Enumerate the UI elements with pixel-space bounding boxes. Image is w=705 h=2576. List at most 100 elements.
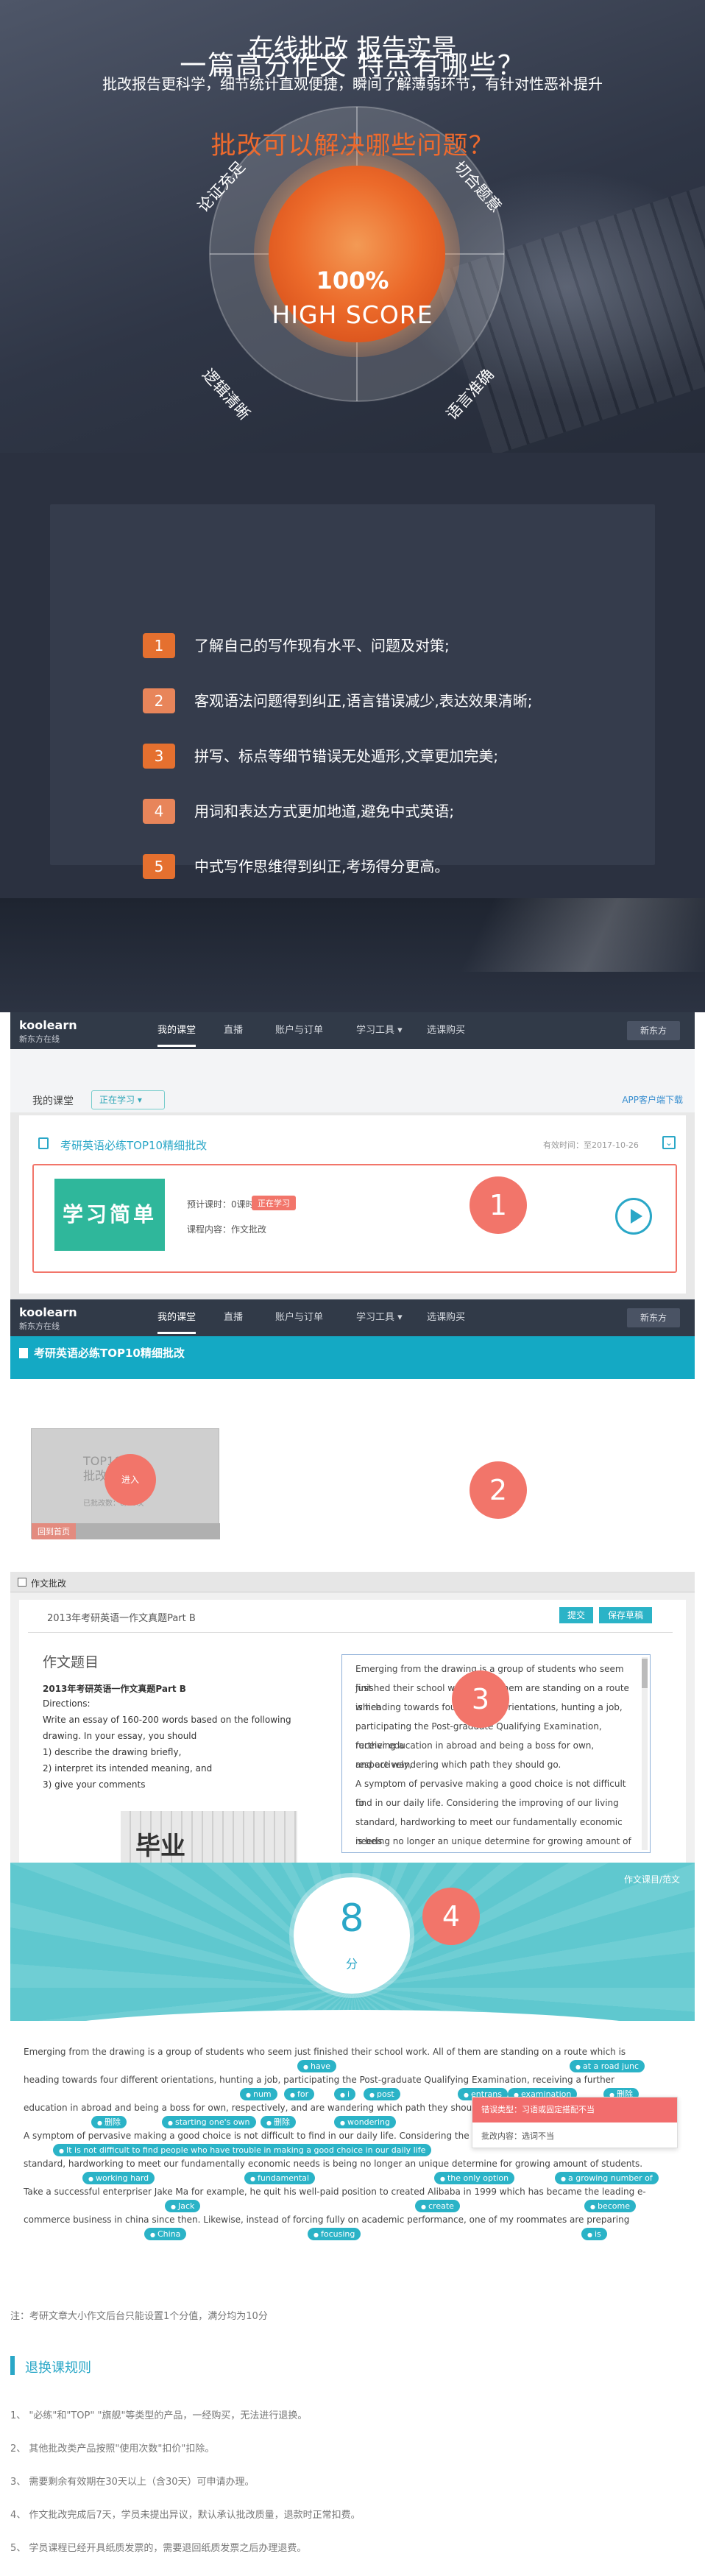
- nav-item-tools[interactable]: 学习工具 ▾: [356, 1299, 403, 1336]
- divider: [28, 1632, 673, 1633]
- correction-pill[interactable]: starting one's own: [162, 2116, 256, 2128]
- correction-pill[interactable]: China: [144, 2228, 187, 2240]
- correction-pill[interactable]: focusing: [308, 2228, 361, 2240]
- step-marker: 3: [452, 1670, 509, 1728]
- correction-pill[interactable]: 删除: [91, 2116, 127, 2128]
- problems-section: [0, 453, 705, 898]
- rule-item: 2、 其他批改类产品按照"使用次数"扣价"扣除。: [10, 2443, 215, 2455]
- nav-item-buy[interactable]: 选课购买: [427, 1299, 465, 1336]
- correction-pill[interactable]: working hard: [82, 2172, 155, 2184]
- nav-item-account[interactable]: 账户与订单: [275, 1299, 323, 1336]
- user-button[interactable]: 新东方: [627, 1308, 680, 1327]
- correction-pill[interactable]: have: [297, 2060, 336, 2072]
- rule-item: 3、 需要剩余有效期在30天以上（含30天）可申请办理。: [10, 2477, 255, 2488]
- course-thumbnail[interactable]: 学习简单: [54, 1179, 165, 1251]
- nav-item-account[interactable]: 账户与订单: [275, 1012, 323, 1049]
- correction-pill[interactable]: become: [584, 2200, 636, 2212]
- prompt-line: Directions:: [43, 1698, 91, 1709]
- report-intro-section: [0, 898, 705, 1012]
- nav-item-buy[interactable]: 选课购买: [427, 1012, 465, 1049]
- correction-pill[interactable]: wondering: [334, 2116, 396, 2128]
- step-marker: 2: [470, 1461, 527, 1519]
- nav-item-my-class[interactable]: 我的课堂: [157, 1299, 196, 1334]
- course-content: 课程内容：作文批改: [187, 1224, 267, 1235]
- prompt-heading: 作文题目: [43, 1654, 99, 1670]
- problem-number: 4: [143, 799, 175, 824]
- correction-pill[interactable]: a growing number of: [555, 2172, 659, 2184]
- course-hours: 预计课时：0课时: [187, 1199, 255, 1210]
- score-value: 8: [339, 1896, 364, 1941]
- score-label: HIGH SCORE: [272, 300, 433, 329]
- app-download-link[interactable]: APP客户端下载: [622, 1093, 683, 1106]
- screenshot-my-class: koolearn 新东方在线 我的课堂 直播 账户与订单 学习工具 ▾ 选课购买…: [10, 1012, 695, 1299]
- rule-item: 5、 学员课程已经开具纸质发票的，需要退回纸质发票之后办理退费。: [10, 2543, 307, 2554]
- problem-text: 中式写作思维得到纠正,考场得分更高。: [194, 858, 450, 875]
- checkbox-icon[interactable]: [18, 1578, 26, 1587]
- enter-button[interactable]: 进入: [104, 1454, 156, 1506]
- score-unit: 分: [345, 1957, 358, 1971]
- score-percent: 100%: [316, 267, 389, 294]
- editor-label: 作文批改: [31, 1578, 67, 1589]
- graded-line: standard, hardworking to meet our fundam…: [24, 2159, 643, 2169]
- scrollbar[interactable]: [642, 1657, 648, 1850]
- problem-number: 1: [143, 633, 175, 658]
- prompt-line: 2013年考研英语一作文真题Part B: [43, 1684, 186, 1694]
- error-tooltip: 错误类型：习语或固定搭配不当 批改内容：选词不当: [472, 2097, 678, 2148]
- course-title: 考研英语必练TOP10精细批改: [34, 1347, 185, 1360]
- back-link[interactable]: 作文课目/范文: [624, 1873, 680, 1885]
- problems-title: 批改可以解决哪些问题？: [210, 131, 495, 160]
- nav-item-live[interactable]: 直播: [224, 1299, 243, 1336]
- learning-dropdown[interactable]: 正在学习 ▾: [91, 1090, 165, 1109]
- problem-item: 1 了解自己的写作现有水平、问题及对策;: [143, 633, 658, 660]
- chevron-down-icon[interactable]: ⌄: [662, 1136, 676, 1149]
- correction-pill[interactable]: i: [334, 2088, 356, 2100]
- valid-until: 有效时间：至2017-10-26: [543, 1140, 639, 1150]
- correction-pill[interactable]: num: [240, 2088, 277, 2100]
- report-subtitle: 批改报告更科学，细节统计直观便捷，瞬间了解薄弱环节，有针对性恶补提升: [102, 75, 603, 93]
- step-marker: 4: [422, 1888, 480, 1945]
- graded-line: Emerging from the drawing is a group of …: [24, 2047, 626, 2057]
- nav-item-my-class[interactable]: 我的课堂: [157, 1012, 196, 1047]
- correction-pill[interactable]: fundamental: [244, 2172, 316, 2184]
- logo[interactable]: koolearn: [19, 1305, 77, 1319]
- top-nav: koolearn 新东方在线 我的课堂 直播 账户与订单 学习工具 ▾ 选课购买…: [10, 1012, 695, 1049]
- logo-subtitle: 新东方在线: [19, 1321, 60, 1331]
- prompt-line: Write an essay of 160-200 words based on…: [43, 1715, 291, 1725]
- correction-pill[interactable]: create: [415, 2200, 460, 2212]
- correction-pill[interactable]: It is not difficult to find people who h…: [53, 2144, 432, 2156]
- footer-note: 注：考研文章大小作文后台只能设置1个分值，满分均为10分: [10, 2311, 268, 2322]
- correction-pill[interactable]: for: [284, 2088, 315, 2100]
- nav-item-live[interactable]: 直播: [224, 1012, 243, 1049]
- correction-pill[interactable]: 删除: [261, 2116, 296, 2128]
- correction-pill[interactable]: post: [364, 2088, 400, 2100]
- submit-button[interactable]: 提交: [559, 1607, 593, 1623]
- prompt-line: 3) give your comments: [43, 1779, 146, 1790]
- graded-line: Take a successful enterpriser Jake Ma fo…: [24, 2187, 646, 2197]
- top-nav: koolearn 新东方在线 我的课堂 直播 账户与订单 学习工具 ▾ 选课购买…: [10, 1299, 695, 1336]
- rules-title: 退换课规则: [25, 2360, 91, 2376]
- step-marker: 1: [470, 1176, 527, 1234]
- correction-pill[interactable]: Jack: [165, 2200, 201, 2212]
- correction-pill[interactable]: at a road junc: [570, 2060, 645, 2072]
- nav-item-tools[interactable]: 学习工具 ▾: [356, 1012, 403, 1049]
- play-icon[interactable]: [615, 1198, 652, 1235]
- problem-number: 2: [143, 688, 175, 713]
- save-draft-button[interactable]: 保存草稿: [599, 1607, 652, 1623]
- scrollbar-thumb[interactable]: [642, 1659, 648, 1688]
- book-icon: [38, 1137, 49, 1149]
- problem-text: 用词和表达方式更加地道,避免中式英语;: [194, 802, 455, 820]
- essay-line: and are wandering which path they should…: [355, 1760, 561, 1770]
- rules-accent-bar: [10, 2356, 15, 2375]
- problem-item: 5 中式写作思维得到纠正,考场得分更高。: [143, 854, 658, 881]
- report-title: 在线批改 报告实景: [248, 34, 457, 63]
- correction-pill[interactable]: is: [581, 2228, 607, 2240]
- course-title[interactable]: 考研英语必练TOP10精细批改: [60, 1137, 207, 1153]
- user-button[interactable]: 新东方: [627, 1021, 680, 1040]
- logo[interactable]: koolearn: [19, 1018, 77, 1032]
- problem-number: 3: [143, 744, 175, 769]
- screenshot-essay-editor: 作文批改 2013年考研英语一作文真题Part B 提交 保存草稿 作文题目 2…: [10, 1572, 695, 1863]
- home-tag[interactable]: 回到首页: [32, 1523, 76, 1539]
- problem-item: 2 客观语法问题得到纠正,语言错误减少,表达效果清晰;: [143, 688, 658, 715]
- correction-pill[interactable]: the only option: [434, 2172, 515, 2184]
- screenshot-graded-report: 作文课目/范文 8 分 4 Emerging from the drawing …: [10, 1863, 695, 2297]
